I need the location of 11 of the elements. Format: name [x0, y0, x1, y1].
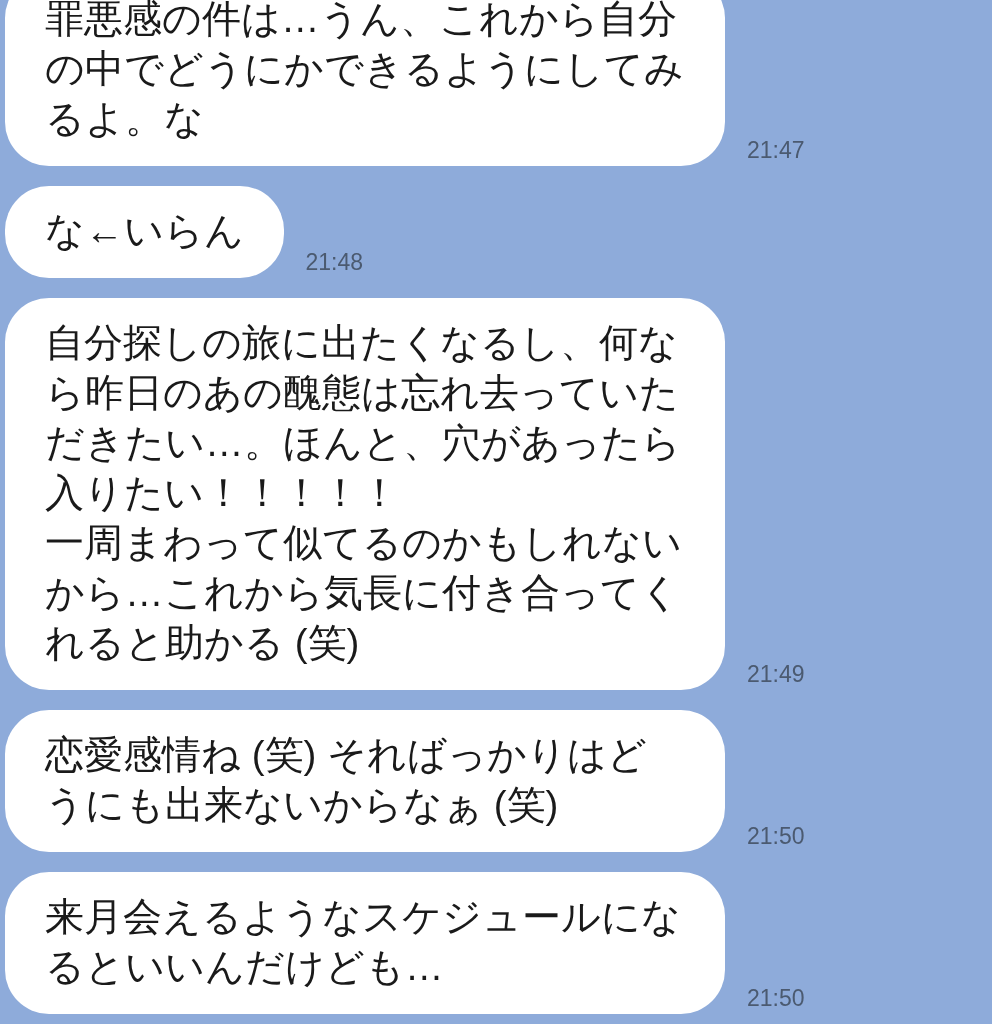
message-text: 罪悪感の件は…うん、これから自分の中でどうにかできるようにしてみるよ。な	[45, 0, 685, 142]
message-time: 21:50	[747, 823, 805, 850]
message-text: な←いらん	[45, 208, 244, 254]
message-time: 21:47	[747, 137, 805, 164]
message-text: 自分探しの旅に出たくなるし、何なら昨日のあの醜態は忘れ去っていただきたい…。ほんと、穴があったら入りたい！！！！！	[45, 320, 682, 516]
message-time: 21:50	[747, 985, 805, 1012]
message-text: 一周まわって似てるのかもしれないから…これから気長に付き合ってくれると助かる (笑)	[45, 520, 683, 666]
message-time: 21:48	[305, 249, 364, 276]
message-text: 恋愛感情ね (笑) そればっかりはどうにも出来ないからなぁ (笑)	[45, 732, 649, 828]
message-time: 21:49	[747, 661, 805, 688]
message-text: 来月会えるようなスケジュールになるといいんだけども…	[45, 894, 682, 990]
